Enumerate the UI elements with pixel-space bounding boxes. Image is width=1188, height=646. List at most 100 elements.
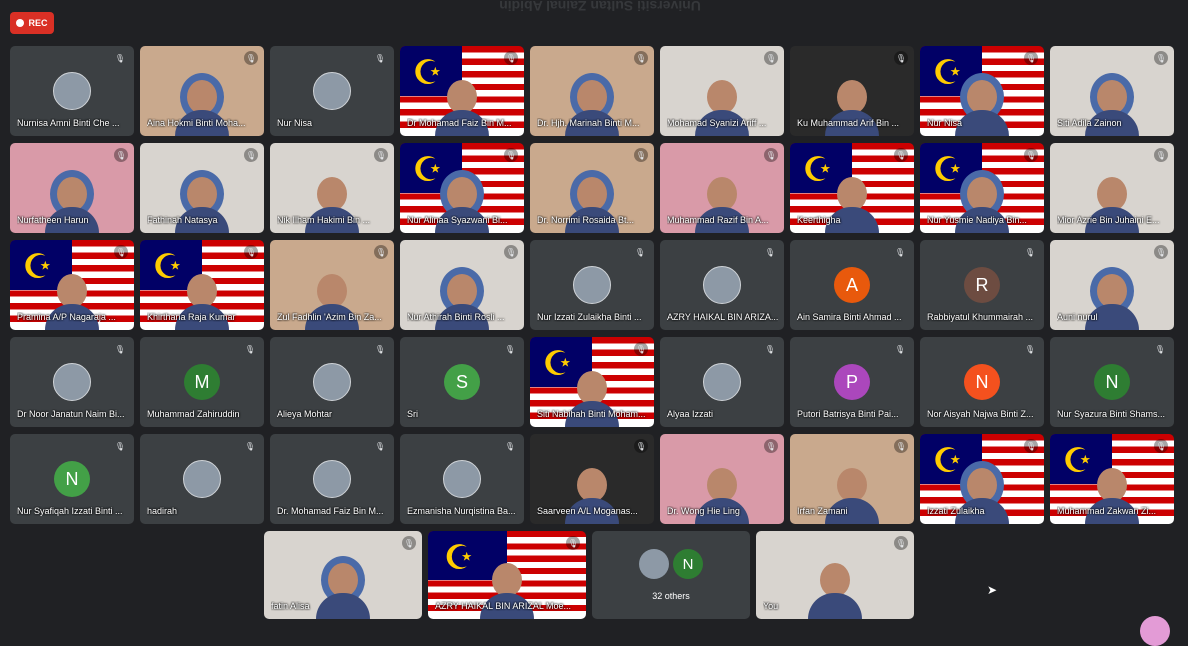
- participant-tile[interactable]: S 🎙︎ Sri: [400, 337, 524, 427]
- participant-tile[interactable]: 🎙︎ Ezmanisha Nurqistina Ba...: [400, 434, 524, 524]
- participant-tile[interactable]: 🎙︎ Dr. Wong Hie Ling: [660, 434, 784, 524]
- floating-action-icon[interactable]: [1140, 616, 1170, 646]
- mic-off-icon: 🎙︎: [764, 439, 778, 453]
- avatar: [313, 363, 351, 401]
- participant-tile[interactable]: R 🎙︎ Rabbiyatul Khummairah ...: [920, 240, 1044, 330]
- mouse-cursor-icon: ➤: [987, 583, 998, 597]
- participant-tile[interactable]: 🎙︎ Nur Alinaa Syazwani Bi...: [400, 143, 524, 233]
- avatar: [313, 460, 351, 498]
- participant-tile[interactable]: N 🎙︎ Nor Aisyah Najwa Binti Z...: [920, 337, 1044, 427]
- mic-off-icon: 🎙︎: [504, 345, 515, 354]
- participant-name: Ku Muhammad Arif Bin ...: [797, 118, 900, 128]
- participant-tile[interactable]: 🎙︎ Nurnisa Amni Binti Che ...: [10, 46, 134, 136]
- participant-tile[interactable]: 🎙︎ Zul Fadhlin 'Azim Bin Za...: [270, 240, 394, 330]
- participant-name: Nur Syafiqah Izzati Binti ...: [17, 506, 123, 516]
- mic-off-icon: 🎙︎: [244, 51, 258, 65]
- participant-tile[interactable]: P 🎙︎ Putori Batrisya Binti Pai...: [790, 337, 914, 427]
- participant-name: Dr. Hjh. Marinah Binti M...: [537, 118, 640, 128]
- participant-name: Nur Izzati Zulaikha Binti ...: [537, 312, 642, 322]
- participant-tile[interactable]: 🎙︎ Dr. Norrimi Rosaida Bt...: [530, 143, 654, 233]
- avatar: [53, 72, 91, 110]
- participant-name: Siti Adila Zainon: [1057, 118, 1122, 128]
- participant-tile[interactable]: M 🎙︎ Muhammad Zahiruddin: [140, 337, 264, 427]
- participant-tile[interactable]: 🎙︎ Izzati Zulaikha: [920, 434, 1044, 524]
- participant-tile[interactable]: 🎙︎ Fathinah Natasya: [140, 143, 264, 233]
- participant-name: Irfan Zamani: [797, 506, 848, 516]
- participant-tile[interactable]: 🎙︎ Saarveen A/L Moganas...: [530, 434, 654, 524]
- mic-off-icon: 🎙︎: [1024, 51, 1038, 65]
- participant-tile[interactable]: 🎙︎ Nik Ilham Hakimi Bin ...: [270, 143, 394, 233]
- participant-tile[interactable]: 🎙︎ Aina Hokmi Binti Moha...: [140, 46, 264, 136]
- participant-tile[interactable]: 🎙︎ Siti Adila Zainon: [1050, 46, 1174, 136]
- participant-tile[interactable]: 🎙︎ Muhammad Zakwan Zi...: [1050, 434, 1174, 524]
- participant-tile[interactable]: 🎙︎ AZRY HAIKAL BIN ARIZAL Moe...: [428, 531, 586, 619]
- participant-tile[interactable]: N 🎙︎ Nur Syazura Binti Shams...: [1050, 337, 1174, 427]
- mic-off-icon: 🎙︎: [374, 148, 388, 162]
- avatar: [703, 363, 741, 401]
- participant-tile[interactable]: 🎙︎ Keerthigha: [790, 143, 914, 233]
- participant-tile[interactable]: 🎙︎ Dr Noor Janatun Naim Bi...: [10, 337, 134, 427]
- participant-name: Pramina A/P Nagaraja ...: [17, 312, 116, 322]
- participant-tile[interactable]: 🎙︎ Nur Yusmie Nadiya Bin...: [920, 143, 1044, 233]
- avatar: N: [1094, 364, 1130, 400]
- participant-name: Nurfatheen Harun: [17, 215, 89, 225]
- participant-tile[interactable]: 🎙︎ Auni nurul: [1050, 240, 1174, 330]
- record-dot-icon: [16, 19, 25, 27]
- participant-name: Dr. Norrimi Rosaida Bt...: [537, 215, 635, 225]
- participant-tile[interactable]: 🎙︎ Alieya Mohtar: [270, 337, 394, 427]
- mic-off-icon: 🎙︎: [244, 345, 255, 354]
- participant-tile[interactable]: 🎙︎ Dr Mohamad Faiz Bin M...: [400, 46, 524, 136]
- others-avatars: N: [639, 549, 703, 579]
- participant-tile[interactable]: 🎙︎ Nur Nisa: [920, 46, 1044, 136]
- mic-off-icon: 🎙︎: [1154, 245, 1168, 259]
- mic-off-icon: 🎙︎: [634, 342, 648, 356]
- mic-off-icon: 🎙︎: [894, 439, 908, 453]
- participant-name: Ain Samira Binti Ahmad ...: [797, 312, 902, 322]
- mic-off-icon: 🎙︎: [1154, 345, 1165, 354]
- participant-tile[interactable]: 🎙︎ Muhammad Razif Bin A...: [660, 143, 784, 233]
- participant-tile[interactable]: 🎙︎ Khirthana Raja Kumar: [140, 240, 264, 330]
- participant-tile[interactable]: N 32 others: [592, 531, 750, 619]
- avatar: N: [964, 364, 1000, 400]
- mic-off-icon: 🎙︎: [1154, 148, 1168, 162]
- participant-tile[interactable]: 🎙︎ Nur Athirah Binti Rosli ...: [400, 240, 524, 330]
- participant-tile[interactable]: N 🎙︎ Nur Syafiqah Izzati Binti ...: [10, 434, 134, 524]
- participant-tile[interactable]: A 🎙︎ Ain Samira Binti Ahmad ...: [790, 240, 914, 330]
- participant-name: AZRY HAIKAL BIN ARIZAL Moe...: [435, 601, 572, 611]
- participant-tile[interactable]: 🎙︎ Alyaa Izzati: [660, 337, 784, 427]
- participant-tile[interactable]: 🎙︎ Dr. Hjh. Marinah Binti M...: [530, 46, 654, 136]
- participant-tile[interactable]: 🎙︎ Siti Nabihah Binti Moham...: [530, 337, 654, 427]
- participant-name: Nik Ilham Hakimi Bin ...: [277, 215, 371, 225]
- participant-name: Siti Nabihah Binti Moham...: [537, 409, 646, 419]
- mic-off-icon: 🎙︎: [1154, 439, 1168, 453]
- mic-off-icon: 🎙︎: [1024, 345, 1035, 354]
- mic-off-icon: 🎙︎: [374, 442, 385, 451]
- participant-tile[interactable]: 🎙︎ hadirah: [140, 434, 264, 524]
- participant-name: Alyaa Izzati: [667, 409, 714, 419]
- participant-tile[interactable]: 🎙︎ AZRY HAIKAL BIN ARIZA...: [660, 240, 784, 330]
- participant-tile[interactable]: 🎙︎ You: [756, 531, 914, 619]
- mic-off-icon: 🎙︎: [1024, 439, 1038, 453]
- participant-tile[interactable]: 🎙︎ Nur Nisa: [270, 46, 394, 136]
- mic-off-icon: 🎙︎: [1154, 51, 1168, 65]
- participant-tile[interactable]: 🎙︎ Nurfatheen Harun: [10, 143, 134, 233]
- participant-tile[interactable]: 🎙︎ Mior Azrie Bin Juhaini E...: [1050, 143, 1174, 233]
- participant-name: Aina Hokmi Binti Moha...: [147, 118, 246, 128]
- mic-off-icon: 🎙︎: [114, 245, 128, 259]
- participant-tile[interactable]: 🎙︎ Ku Muhammad Arif Bin ...: [790, 46, 914, 136]
- participant-tile[interactable]: 🎙︎ Pramina A/P Nagaraja ...: [10, 240, 134, 330]
- participant-name: Ezmanisha Nurqistina Ba...: [407, 506, 516, 516]
- mic-off-icon: 🎙︎: [634, 439, 648, 453]
- mic-off-icon: 🎙︎: [244, 148, 258, 162]
- participant-name: Rabbiyatul Khummairah ...: [927, 312, 1034, 322]
- mic-off-icon: 🎙︎: [114, 345, 125, 354]
- participant-tile[interactable]: 🎙︎ Irfan Zamani: [790, 434, 914, 524]
- participant-grid: 🎙︎ Nurnisa Amni Binti Che ... 🎙︎ Aina Hokmi…: [10, 46, 1174, 524]
- participant-tile[interactable]: 🎙︎ Dr. Mohamad Faiz Bin M...: [270, 434, 394, 524]
- participant-name: AZRY HAIKAL BIN ARIZA...: [667, 312, 778, 322]
- participant-tile[interactable]: 🎙︎ fatin Alisa: [264, 531, 422, 619]
- participant-tile[interactable]: 🎙︎ Nur Izzati Zulaikha Binti ...: [530, 240, 654, 330]
- mic-off-icon: 🎙︎: [634, 248, 645, 257]
- participant-tile[interactable]: 🎙︎ Mohamad Syanizi Ariff ...: [660, 46, 784, 136]
- avatar: [573, 266, 611, 304]
